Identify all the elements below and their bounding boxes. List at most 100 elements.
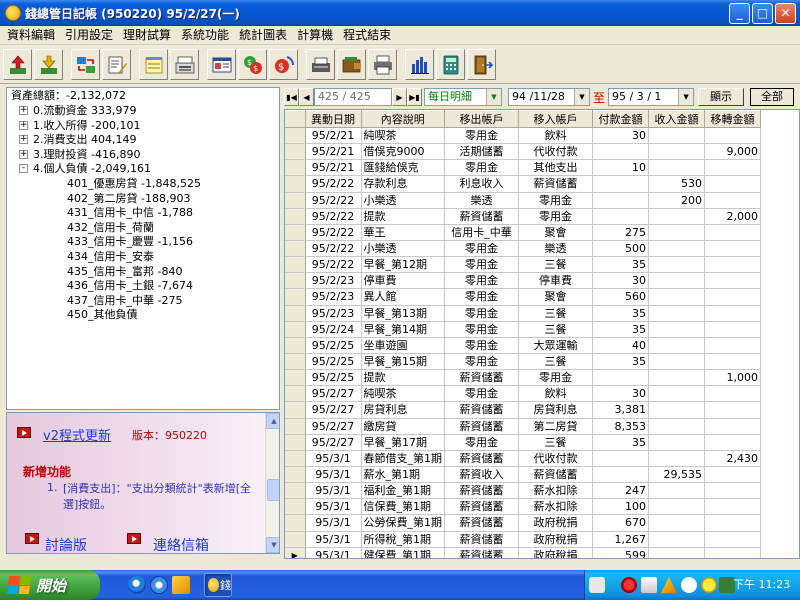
scroll-up-button[interactable]: ▲ (266, 413, 279, 429)
row-selector[interactable] (285, 337, 306, 354)
tree-child[interactable]: 433_信用卡_慶豐 -1,156 (67, 235, 193, 249)
prev-record-button[interactable]: ◀ (299, 88, 314, 106)
table-cell[interactable] (648, 337, 705, 354)
row-selector[interactable] (285, 531, 306, 548)
table-cell[interactable]: 35 (592, 353, 649, 371)
table-cell[interactable] (704, 256, 761, 274)
table-cell[interactable]: 零用金 (444, 127, 519, 145)
news-scrollbar[interactable]: ▲ ▼ (265, 413, 279, 553)
row-selector[interactable] (285, 498, 306, 516)
table-cell[interactable]: 3,381 (592, 401, 649, 419)
table-cell[interactable]: 95/2/22 (305, 192, 362, 209)
table-row[interactable]: 95/2/22 華王 信用卡_中華 聚會 275 (285, 224, 761, 241)
last-record-button[interactable]: ▶▮ (407, 88, 422, 106)
table-cell[interactable]: 異人館 (361, 288, 445, 306)
tree-child[interactable]: 432_信用卡_荷蘭 (67, 221, 154, 235)
table-cell[interactable]: 薪資儲蓄 (444, 450, 519, 467)
calculator-button[interactable] (436, 49, 465, 80)
table-cell[interactable] (648, 224, 705, 241)
table-cell[interactable]: 9,000 (704, 143, 761, 161)
all-button[interactable]: 全部 (750, 88, 795, 106)
currency-convert-button[interactable]: $ (269, 49, 298, 80)
table-cell[interactable]: 代收付款 (518, 143, 593, 161)
table-cell[interactable] (704, 531, 761, 548)
table-cell[interactable]: 零用金 (444, 288, 519, 306)
table-cell[interactable]: 零用金 (444, 159, 519, 177)
update-link[interactable]: v2程式更新 (43, 425, 111, 444)
table-row[interactable]: 95/2/23 停車費 零用金 停車費 30 (285, 272, 761, 290)
table-cell[interactable]: 早餐_第14期 (361, 321, 445, 338)
table-cell[interactable]: 公勞保費_第1期 (361, 514, 445, 532)
table-cell[interactable] (648, 418, 705, 435)
show-button[interactable]: 顯示 (698, 88, 745, 106)
table-cell[interactable] (704, 401, 761, 419)
table-cell[interactable]: 95/3/1 (305, 514, 362, 532)
table-cell[interactable] (592, 369, 649, 387)
table-cell[interactable]: 提款 (361, 369, 445, 387)
table-cell[interactable]: 早餐_第15期 (361, 353, 445, 371)
row-selector[interactable] (285, 159, 306, 177)
row-selector[interactable] (285, 514, 306, 532)
table-cell[interactable]: 薪資儲蓄 (444, 369, 519, 387)
table-row[interactable]: 95/2/25 早餐_第15期 零用金 三餐 35 (285, 353, 761, 371)
table-cell[interactable] (704, 353, 761, 371)
table-cell[interactable]: 30 (592, 272, 649, 290)
table-cell[interactable]: 95/2/25 (305, 337, 362, 354)
column-header[interactable]: 收入金額 (648, 110, 705, 128)
export-down-button[interactable] (34, 49, 63, 80)
import-up-button[interactable] (3, 49, 32, 80)
table-cell[interactable]: 500 (592, 240, 649, 258)
column-header[interactable]: 內容說明 (361, 110, 445, 128)
table-cell[interactable]: 樂透 (518, 240, 593, 258)
table-cell[interactable]: 停車費 (518, 272, 593, 290)
table-cell[interactable]: 35 (592, 434, 649, 451)
table-cell[interactable] (592, 192, 649, 209)
tree-child[interactable]: 434_信用卡_安泰 (67, 250, 154, 264)
close-button[interactable]: ✕ (775, 2, 796, 24)
table-cell[interactable]: 三餐 (518, 353, 593, 371)
first-record-button[interactable]: ▮◀ (284, 88, 299, 106)
table-cell[interactable]: 信保費_第1期 (361, 498, 445, 516)
table-cell[interactable]: 零用金 (518, 208, 593, 225)
table-cell[interactable] (704, 385, 761, 403)
next-record-button[interactable]: ▶ (392, 88, 407, 106)
forum-link[interactable]: 討論版 (45, 535, 87, 553)
row-selector[interactable] (285, 175, 306, 193)
menu-item-6[interactable]: 程式結束 (338, 26, 396, 45)
table-row[interactable]: 95/2/27 房貸利息 薪資儲蓄 房貸利息 3,381 (285, 401, 761, 419)
card-button[interactable] (207, 49, 236, 80)
table-cell[interactable]: 零用金 (444, 385, 519, 403)
table-cell[interactable] (592, 450, 649, 467)
table-cell[interactable] (648, 272, 705, 290)
table-cell[interactable]: 95/2/27 (305, 434, 362, 451)
table-row[interactable]: 95/2/23 早餐_第13期 零用金 三餐 35 (285, 305, 761, 322)
tree-expander-icon[interactable]: + (19, 106, 28, 115)
table-cell[interactable] (648, 321, 705, 338)
table-row[interactable]: 95/2/22 早餐_第12期 零用金 三餐 35 (285, 256, 761, 274)
table-cell[interactable]: 247 (592, 482, 649, 500)
table-cell[interactable]: 95/2/22 (305, 224, 362, 241)
menu-item-1[interactable]: 引用設定 (60, 26, 118, 45)
table-cell[interactable]: 95/2/25 (305, 353, 362, 371)
exit-door-button[interactable] (467, 49, 496, 80)
tree-child[interactable]: 431_信用卡_中信 -1,788 (67, 206, 193, 220)
table-cell[interactable] (592, 208, 649, 225)
table-row[interactable]: 95/2/25 提款 薪資儲蓄 零用金 1,000 (285, 369, 761, 387)
table-cell[interactable]: 560 (592, 288, 649, 306)
title-bar[interactable]: 錢總管日記帳 (950220) 95/2/27(一) _ □ ✕ (0, 0, 800, 26)
table-row[interactable]: 95/2/21 匯錢給俁克 零用金 其他支出 10 (285, 159, 761, 177)
dropdown-arrow-icon[interactable]: ▼ (574, 89, 589, 105)
table-cell[interactable] (648, 547, 705, 558)
tree-child[interactable]: 450_其他負債 (67, 308, 138, 322)
table-cell[interactable] (648, 385, 705, 403)
table-cell[interactable]: 所得稅_第1期 (361, 531, 445, 548)
register-button[interactable] (170, 49, 199, 80)
table-cell[interactable]: 聚會 (518, 224, 593, 241)
tree-child[interactable]: 436_信用卡_土銀 -7,674 (67, 279, 193, 293)
table-cell[interactable]: 2,430 (704, 450, 761, 467)
scroll-down-button[interactable]: ▼ (266, 537, 279, 553)
currency-exchange-button[interactable]: $ $ (238, 49, 267, 80)
table-row[interactable]: 95/3/1 所得稅_第1期 薪資儲蓄 政府稅捐 1,267 (285, 531, 761, 548)
table-cell[interactable]: 35 (592, 256, 649, 274)
table-cell[interactable]: 95/2/27 (305, 401, 362, 419)
